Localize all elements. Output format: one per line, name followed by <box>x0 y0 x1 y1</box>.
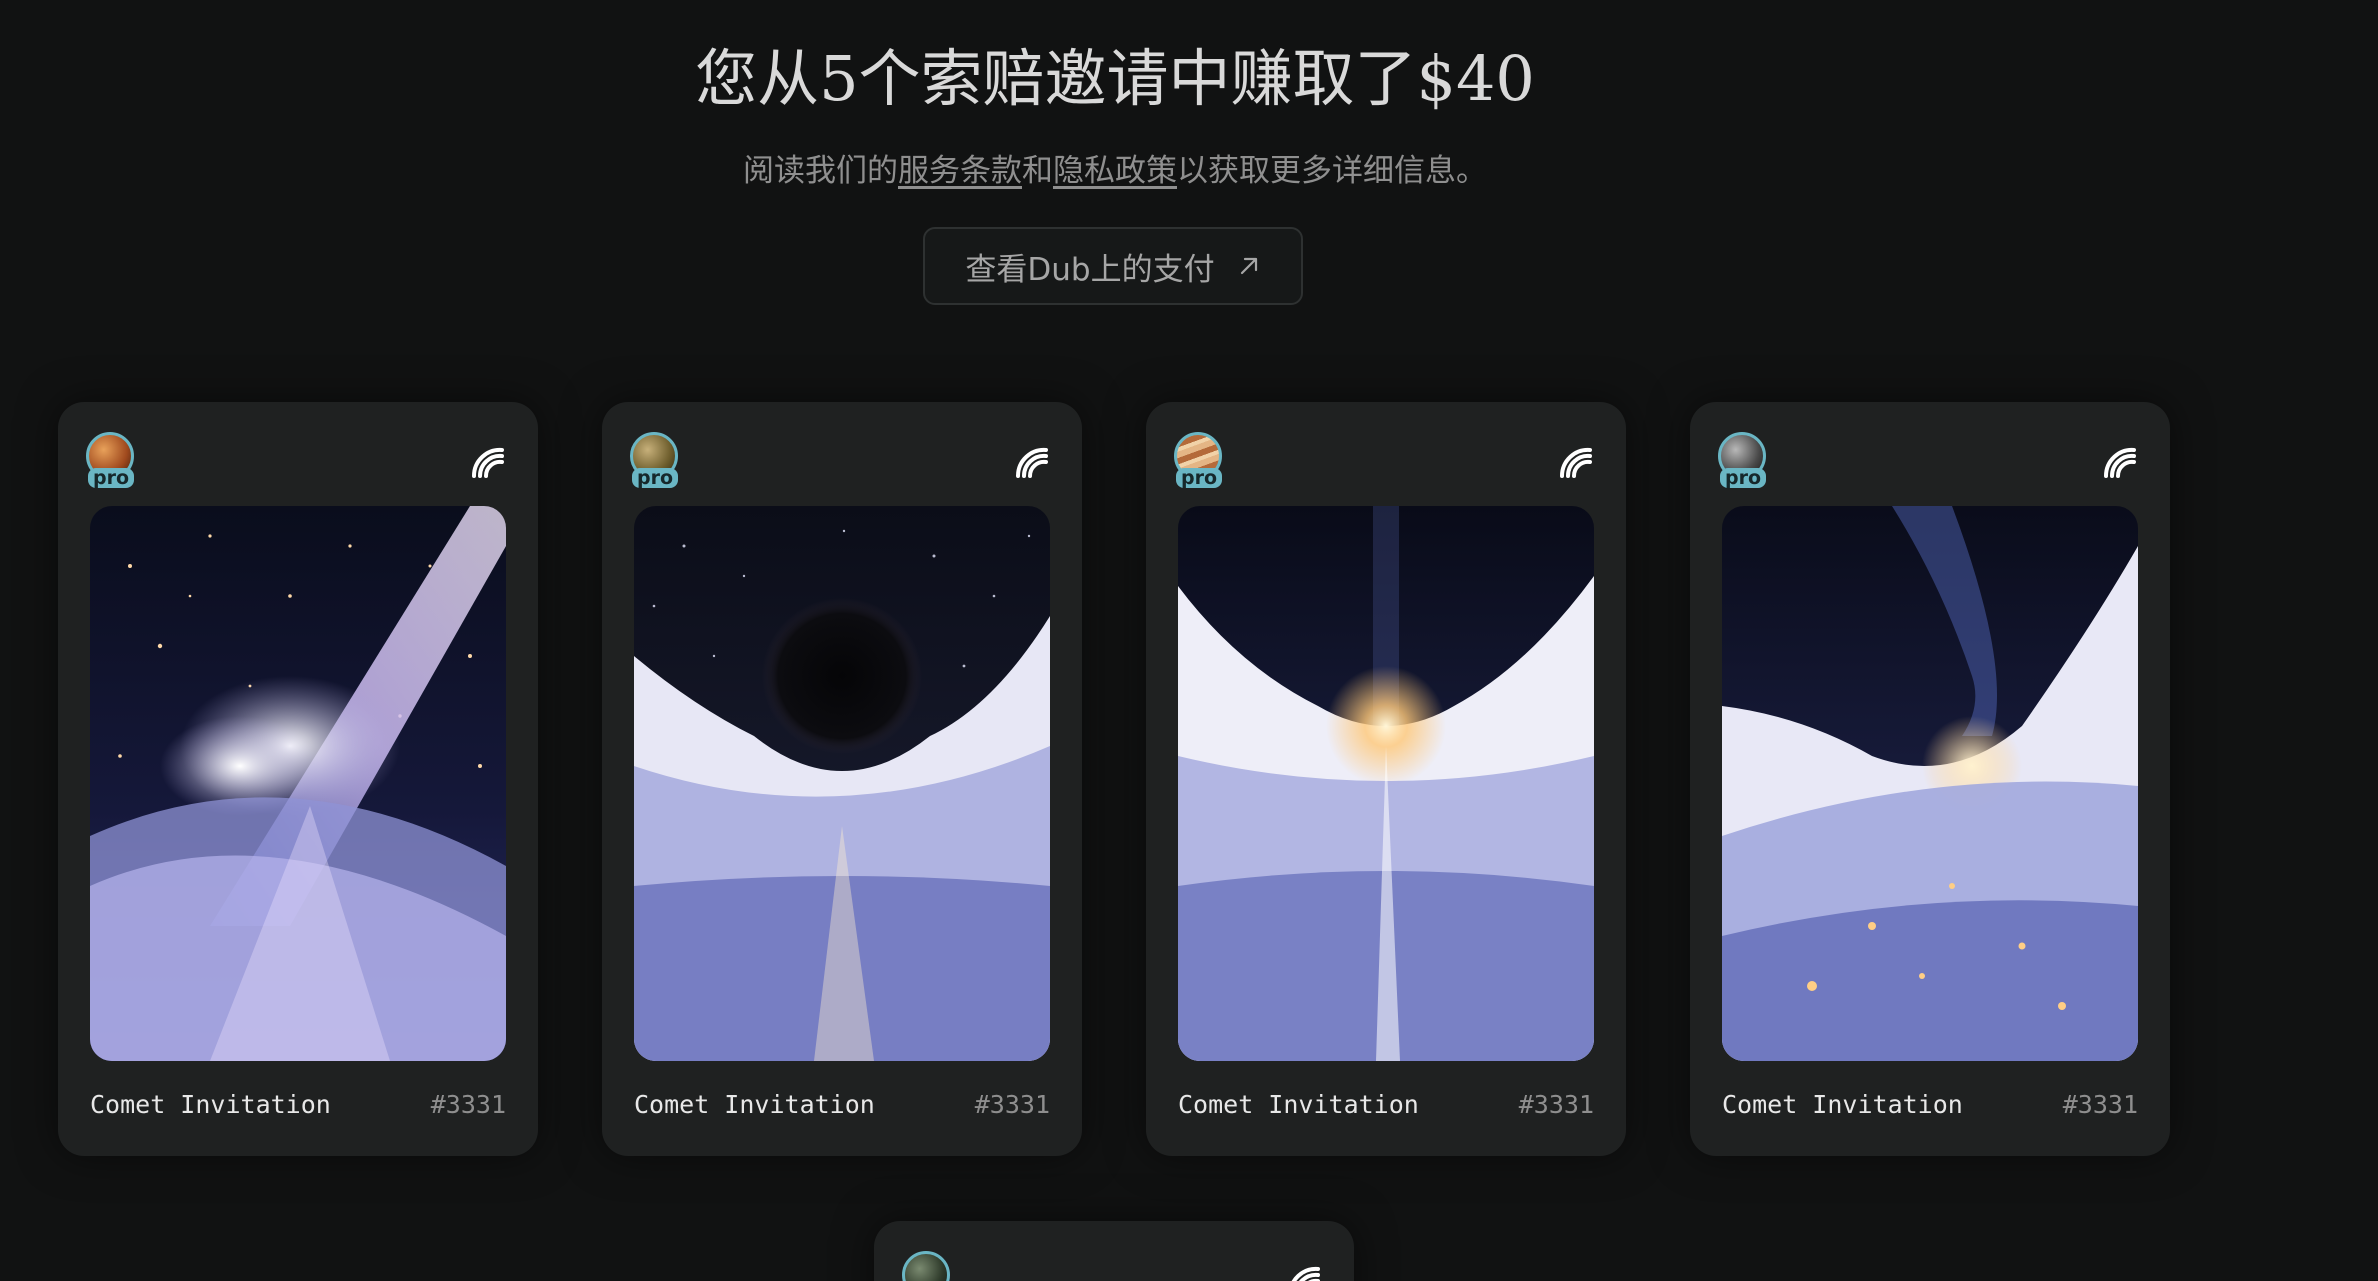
page-title: 您从5个索赔邀请中赚取了$40 <box>695 42 1535 115</box>
signal-wave-icon[interactable] <box>1284 1261 1324 1281</box>
nft-card[interactable]: pro Comet Invitation #3331 <box>1690 402 2170 1156</box>
comet-artwork-image[interactable] <box>90 506 506 1061</box>
privacy-policy-link[interactable]: 隐私政策 <box>1053 153 1177 189</box>
pro-avatar: pro <box>1718 432 1772 488</box>
terms-notice: 阅读我们的服务条款和隐私政策以获取更多详细信息。 <box>0 145 2230 190</box>
pro-badge: pro <box>1720 468 1766 488</box>
signal-wave-icon[interactable] <box>2100 442 2140 482</box>
nft-card[interactable]: pro Comet Invitation #3331 <box>58 402 538 1156</box>
pro-avatar: pro <box>630 432 684 488</box>
pro-avatar: pro <box>1174 432 1228 488</box>
pro-avatar <box>902 1251 956 1281</box>
card-token-id: #3331 <box>1518 1090 1594 1119</box>
planet-avatar-icon <box>902 1251 950 1281</box>
card-token-id: #3331 <box>974 1090 1050 1119</box>
card-title: Comet Invitation <box>1722 1090 1963 1119</box>
view-dub-payouts-button[interactable]: 查看Dub上的支付 <box>923 227 1303 305</box>
nft-card[interactable]: pro Comet Invitation #3331 <box>602 402 1082 1156</box>
view-dub-payouts-label: 查看Dub上的支付 <box>965 251 1215 288</box>
pro-badge: pro <box>1176 468 1222 488</box>
terms-prefix: 阅读我们的 <box>743 153 898 189</box>
nft-card[interactable]: pro Comet Invitation #3331 <box>1146 402 1626 1156</box>
rewards-page: 您从5个索赔邀请中赚取了$40 阅读我们的服务条款和隐私政策以获取更多详细信息。… <box>0 0 2378 1281</box>
comet-artwork-image[interactable] <box>1178 506 1594 1061</box>
comet-artwork-image[interactable] <box>1722 506 2138 1061</box>
signal-wave-icon[interactable] <box>468 442 508 482</box>
card-title: Comet Invitation <box>90 1090 331 1119</box>
pro-avatar: pro <box>86 432 140 488</box>
comet-artwork-image[interactable] <box>634 506 1050 1061</box>
terms-and: 和 <box>1022 153 1053 189</box>
terms-of-service-link[interactable]: 服务条款 <box>898 153 1022 189</box>
pro-badge: pro <box>632 468 678 488</box>
card-token-id: #3331 <box>2062 1090 2138 1119</box>
signal-wave-icon[interactable] <box>1556 442 1596 482</box>
card-title: Comet Invitation <box>634 1090 875 1119</box>
nft-card-partial[interactable] <box>874 1221 1354 1281</box>
external-arrow-icon <box>1240 257 1257 275</box>
card-token-id: #3331 <box>430 1090 506 1119</box>
terms-suffix: 以获取更多详细信息。 <box>1177 153 1487 189</box>
card-title: Comet Invitation <box>1178 1090 1419 1119</box>
signal-wave-icon[interactable] <box>1012 442 1052 482</box>
pro-badge: pro <box>88 468 134 488</box>
